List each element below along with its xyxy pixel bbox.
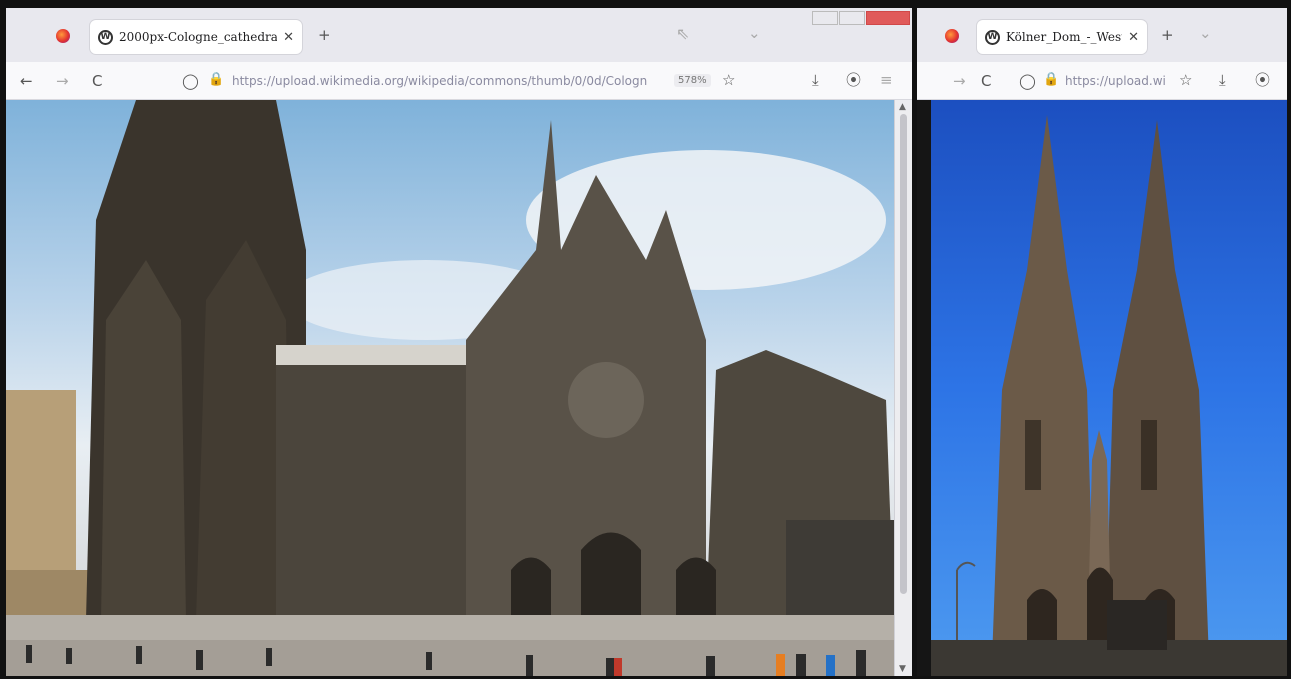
- lock-icon[interactable]: 🔒: [208, 73, 224, 86]
- right-url-text: https://upload.wi: [1065, 74, 1165, 88]
- forward-icon[interactable]: →: [953, 74, 966, 89]
- left-scrollbar[interactable]: ▲ ▼: [894, 100, 912, 676]
- lock-icon[interactable]: 🔒: [1043, 73, 1059, 86]
- scroll-up-icon[interactable]: ▲: [899, 102, 906, 112]
- mouse-cursor-icon: ⇖: [676, 24, 690, 43]
- right-new-tab-button[interactable]: +: [1161, 28, 1174, 43]
- right-bookmark-icon[interactable]: ☆: [1179, 73, 1192, 88]
- right-tab-title: Kölner_Dom_-_Westfas: [1006, 30, 1122, 44]
- left-extensions-icon[interactable]: ⦿: [846, 73, 861, 88]
- left-new-tab-button[interactable]: +: [318, 28, 331, 43]
- right-url-bar[interactable]: https://upload.wi: [1065, 68, 1165, 94]
- left-scroll-thumb[interactable]: [900, 114, 907, 594]
- wikimedia-favicon-icon: W: [98, 29, 113, 45]
- left-tab-close-icon[interactable]: ✕: [283, 30, 294, 45]
- forward-icon[interactable]: →: [56, 74, 69, 89]
- desktop-screen: W 2000px-Cologne_cathedrale_vu ✕ + ⇖ ⌄ ←…: [0, 0, 1291, 679]
- right-tab-list-icon[interactable]: ⌄: [1199, 26, 1212, 41]
- cologne-cathedral-west-facade-photo: [917, 100, 1287, 676]
- left-nav-bar: ← → C ◯ 🔒 https://upload.wikimedia.org/w…: [6, 62, 912, 100]
- cologne-cathedral-south-photo: [6, 100, 912, 676]
- tracking-shield-icon[interactable]: ◯: [182, 74, 199, 89]
- right-active-tab[interactable]: W Kölner_Dom_-_Westfas ✕: [977, 20, 1147, 54]
- left-tab-title: 2000px-Cologne_cathedrale_vu: [119, 30, 278, 44]
- left-zoom-level[interactable]: 578%: [674, 74, 711, 87]
- left-tab-list-icon[interactable]: ⌄: [748, 26, 761, 41]
- left-minimize-button[interactable]: [812, 11, 838, 25]
- wikimedia-favicon-icon: W: [985, 29, 1000, 45]
- right-browser-window: W Kölner_Dom_-_Westfas ✕ + ⌄ → C ◯ 🔒 htt…: [917, 8, 1287, 676]
- firefox-logo-icon: [56, 29, 70, 43]
- left-url-bar[interactable]: https://upload.wikimedia.org/wikipedia/c…: [232, 68, 650, 94]
- left-maximize-button[interactable]: [839, 11, 865, 25]
- left-bookmark-icon[interactable]: ☆: [722, 73, 735, 88]
- right-nav-bar: → C ◯ 🔒 https://upload.wi ☆ ⤓ ⦿: [917, 62, 1287, 100]
- right-extensions-icon[interactable]: ⦿: [1255, 73, 1270, 88]
- scroll-down-icon[interactable]: ▼: [899, 664, 906, 674]
- left-downloads-icon[interactable]: ⤓: [812, 73, 819, 88]
- left-menu-icon[interactable]: ≡: [880, 73, 893, 88]
- left-url-text: https://upload.wikimedia.org/wikipedia/c…: [232, 74, 648, 88]
- reload-icon[interactable]: C: [981, 74, 991, 89]
- left-page-content: ▲ ▼: [6, 100, 912, 676]
- left-active-tab[interactable]: W 2000px-Cologne_cathedrale_vu ✕: [90, 20, 302, 54]
- left-browser-window: W 2000px-Cologne_cathedrale_vu ✕ + ⇖ ⌄ ←…: [6, 8, 912, 676]
- tracking-shield-icon[interactable]: ◯: [1019, 74, 1036, 89]
- reload-icon[interactable]: C: [92, 74, 102, 89]
- right-downloads-icon[interactable]: ⤓: [1219, 73, 1226, 88]
- left-close-window-button[interactable]: [866, 11, 910, 25]
- right-tab-close-icon[interactable]: ✕: [1128, 30, 1139, 45]
- left-tab-bar: W 2000px-Cologne_cathedrale_vu ✕ + ⇖ ⌄: [6, 8, 912, 62]
- right-tab-bar: W Kölner_Dom_-_Westfas ✕ + ⌄: [917, 8, 1287, 62]
- firefox-logo-icon: [945, 29, 959, 43]
- back-icon[interactable]: ←: [20, 74, 33, 89]
- right-page-content: [917, 100, 1287, 676]
